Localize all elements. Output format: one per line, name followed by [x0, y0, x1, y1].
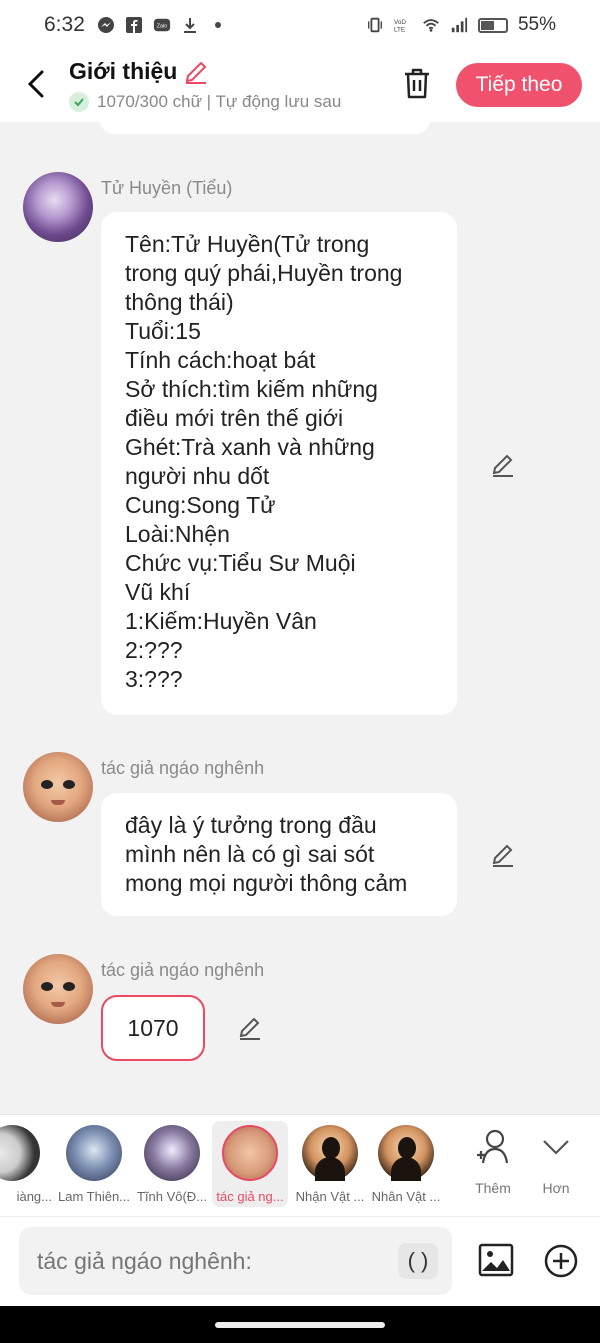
header: Giới thiệu 1070/300 chữ | Tự động lưu sa… [0, 50, 600, 122]
message-line: mong mọi người thông cảm [125, 870, 408, 896]
previous-message-bubble [100, 122, 430, 134]
save-status: 1070/300 chữ | Tự động lưu sau [69, 92, 375, 112]
character-label: Nhân Vật ... [371, 1189, 441, 1204]
message-line: Vũ khí [125, 579, 191, 605]
message-line: 1070 [127, 1014, 179, 1041]
status-right: VoD LTE 55% [366, 14, 556, 36]
sender-name: Tử Huyền (Tiểu) [101, 178, 233, 198]
more-label: Hơn [542, 1180, 570, 1196]
messenger-icon [97, 16, 115, 34]
page-title: Giới thiệu [69, 58, 178, 84]
home-indicator[interactable] [215, 1322, 385, 1328]
message-line: điều mới trên thế giới [125, 405, 344, 431]
svg-text:LTE: LTE [394, 26, 405, 33]
add-label: Thêm [475, 1180, 511, 1196]
status-time: 6:32 [44, 13, 85, 36]
facebook-icon [125, 16, 143, 34]
wifi-icon [422, 16, 440, 34]
battery-icon [477, 17, 508, 33]
edit-message-icon[interactable] [490, 842, 516, 868]
back-button[interactable] [22, 66, 50, 102]
message-line: mình nên là có gì sai sót [125, 841, 375, 867]
character-item[interactable]: Lam Thiên... [54, 1121, 134, 1207]
next-button[interactable]: Tiếp theo [456, 63, 582, 107]
message-line: Tên:Tử Huyền(Tử trong [125, 231, 370, 257]
message-line: Tính cách:hoạt bát [125, 347, 316, 373]
character-item[interactable]: Tĩnh Vô(Đ... [132, 1121, 212, 1207]
edit-message-icon[interactable] [490, 452, 516, 478]
character-avatar [0, 1125, 40, 1181]
message-line: trong quý phái,Huyền trong [125, 260, 403, 286]
character-label: iàng... [16, 1189, 52, 1204]
character-label: tác giả ng... [216, 1189, 284, 1204]
avatar-tac-gia[interactable] [23, 752, 93, 822]
character-avatar [66, 1125, 122, 1181]
dot-icon [209, 16, 227, 34]
chevron-left-icon [27, 70, 44, 98]
character-label: Tĩnh Vô(Đ... [136, 1189, 208, 1204]
message-line: Tuổi:15 [125, 318, 201, 344]
avatar-tu-huyen[interactable] [23, 172, 93, 242]
character-strip[interactable]: iàng... Lam Thiên... Tĩnh Vô(Đ... tác gi… [0, 1114, 600, 1216]
message-line: Sở thích:tìm kiếm những [125, 376, 378, 402]
avatar-tac-gia[interactable] [23, 954, 93, 1024]
add-character-button[interactable]: Thêm [458, 1127, 528, 1196]
add-button[interactable] [543, 1243, 579, 1279]
zalo-icon: Zalo [153, 16, 171, 34]
message-line: đây là ý tưởng trong đầu [125, 812, 377, 838]
chevron-down-icon [543, 1140, 569, 1155]
character-avatar [144, 1125, 200, 1181]
character-avatar [222, 1125, 278, 1181]
message-line: Ghét:Trà xanh và những [125, 434, 375, 460]
battery-level: 55% [517, 14, 556, 35]
message-line: Loài:Nhện [125, 521, 230, 547]
character-avatar [302, 1125, 358, 1181]
more-button[interactable]: Hơn [521, 1127, 591, 1196]
volte-icon: VoD LTE [394, 16, 412, 34]
add-user-icon [477, 1129, 509, 1164]
system-nav-bar [0, 1306, 600, 1343]
sender-name: tác giả ngáo nghênh [101, 758, 265, 778]
delete-button[interactable] [402, 66, 432, 100]
message-line: thông thái) [125, 289, 234, 315]
character-item-selected[interactable]: tác giả ng... [212, 1121, 288, 1207]
character-avatar [378, 1125, 434, 1181]
vibrate-icon [366, 16, 384, 34]
character-item[interactable]: Nhân Vật ... [366, 1121, 446, 1207]
edit-message-icon[interactable] [237, 1015, 263, 1041]
plus-circle-icon [544, 1244, 578, 1278]
signal-icon [450, 16, 468, 34]
svg-text:VoD: VoD [394, 19, 406, 26]
message-bubble[interactable]: Tên:Tử Huyền(Tử trong trong quý phái,Huy… [101, 212, 457, 715]
status-bar: 6:32 Zalo VoD LTE 55% [0, 0, 600, 50]
character-item[interactable]: iàng... [0, 1121, 52, 1207]
image-icon [478, 1243, 514, 1277]
download-icon [181, 16, 199, 34]
trash-icon [405, 68, 429, 99]
action-paren-button[interactable]: ( ) [398, 1243, 438, 1279]
message-line: người nhu dốt [125, 463, 270, 489]
message-line: 2:??? [125, 637, 183, 663]
message-line: 3:??? [125, 666, 183, 692]
image-button[interactable] [478, 1243, 514, 1277]
message-line: 1:Kiếm:Huyền Vân [125, 608, 317, 634]
message-line: Cung:Song Tử [125, 492, 276, 518]
character-label: Nhận Vật ... [295, 1189, 365, 1204]
page-title-row: Giới thiệu [69, 58, 209, 85]
notification-icons: Zalo [97, 16, 227, 34]
message-bubble-editing[interactable]: 1070 [101, 995, 205, 1061]
message-input[interactable] [19, 1227, 452, 1295]
input-bar: ( ) [0, 1216, 600, 1306]
word-count-text: 1070/300 chữ | Tự động lưu sau [97, 92, 342, 111]
svg-text:Zalo: Zalo [157, 24, 167, 30]
message-bubble[interactable]: đây là ý tưởng trong đầu mình nên là có … [101, 793, 457, 916]
character-label: Lam Thiên... [57, 1189, 131, 1204]
message-line: Chức vụ:Tiểu Sư Muội [125, 550, 356, 576]
chat-area[interactable]: Tử Huyền (Tiểu) Tên:Tử Huyền(Tử trong tr… [0, 122, 600, 1114]
sender-name: tác giả ngáo nghênh [101, 960, 265, 980]
edit-title-icon[interactable] [183, 59, 209, 85]
check-icon [69, 92, 89, 112]
character-item[interactable]: Nhận Vật ... [290, 1121, 370, 1207]
